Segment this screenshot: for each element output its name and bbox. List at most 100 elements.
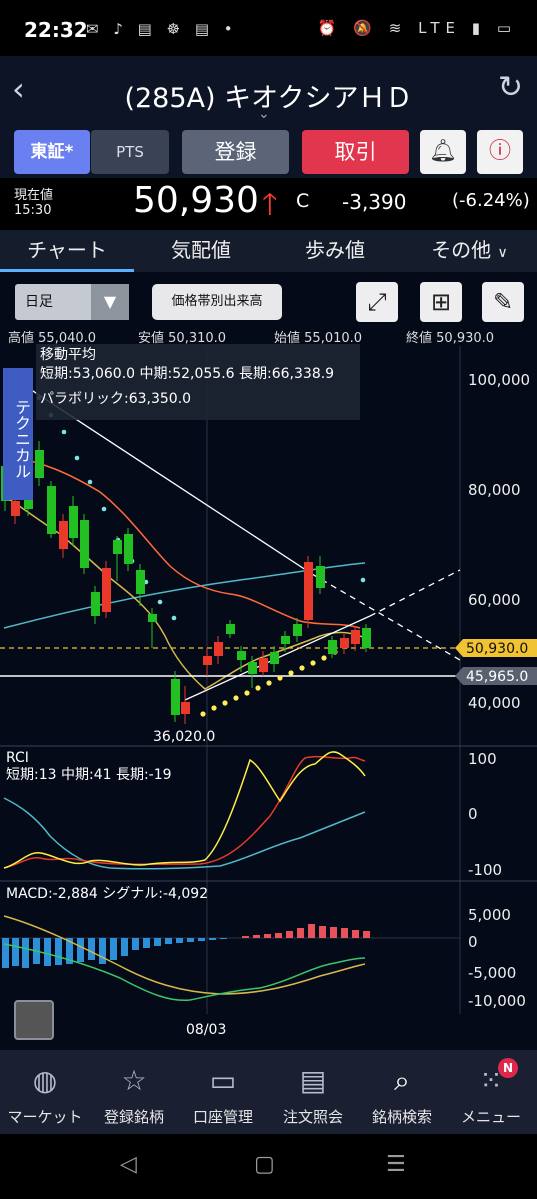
sar-dot (74, 455, 80, 461)
macd-bar (2, 938, 9, 968)
system-back-icon[interactable]: ◁ (120, 1152, 137, 1177)
high-label: 高値 (8, 331, 35, 346)
nav-account-label: 口座管理 (192, 1108, 253, 1126)
macd-bar (88, 938, 95, 960)
macd-bar (154, 938, 161, 946)
price-up-arrow-icon: 🡑 (262, 187, 278, 222)
document-icon: ▤ (299, 1064, 327, 1097)
macd-bar (330, 927, 337, 938)
candle-body (203, 656, 212, 665)
macd-bar (220, 938, 227, 939)
macd-bar (44, 938, 51, 966)
nav-search-label: 銘柄検索 (371, 1108, 432, 1126)
price-tick-40000: 40,000 (468, 694, 521, 712)
candle-body (340, 638, 349, 648)
action-button-row: 東証* PTS 登録 取引 🔔︎ ⓘ (0, 126, 537, 178)
macd-tick-0: 0 (468, 933, 478, 951)
star-icon: ☆ (121, 1064, 147, 1097)
chevron-down-icon: ∨ (497, 245, 508, 261)
price-tick-60000: 60,000 (468, 591, 521, 609)
title-bar: ‹ (285A) キオクシアＨＤ ⌄ ↻ (0, 56, 537, 126)
nav-account[interactable]: ▭ 口座管理 (178, 1050, 268, 1134)
candle-body (11, 501, 20, 516)
status-time: 22:32 (24, 18, 88, 42)
register-button[interactable]: 登録 (182, 130, 289, 174)
candle-body (91, 592, 100, 616)
tab-ticks[interactable]: 歩み値 (268, 230, 402, 272)
system-recents-icon[interactable]: ☰ (386, 1152, 406, 1177)
macd-tick-minus5000: -5,000 (468, 964, 516, 982)
sar-dot (61, 429, 67, 435)
market-tse-button[interactable]: 東証* (14, 130, 90, 174)
price-change: -3,390 (342, 190, 407, 214)
candle-body (226, 624, 235, 634)
sar-dot (157, 599, 163, 605)
tab-quote-board[interactable]: 気配値 (134, 230, 268, 272)
candle-body (35, 450, 44, 478)
chart-area[interactable]: 日足 ▼ 価格帯別出来高 ⤢ ⊞ ✎ 高値 55,040.0 安値 50,310… (0, 272, 537, 1050)
nav-market[interactable]: ◍ マーケット (0, 1050, 90, 1134)
last-price-tag: 50,930.0 (455, 639, 537, 657)
macd-bar (99, 938, 106, 964)
macd-histogram-positive (242, 924, 370, 938)
macd-bar (143, 938, 150, 948)
close-value: 50,930.0 (436, 331, 495, 346)
rci-tick-0: 0 (468, 805, 478, 823)
trade-button[interactable]: 取引 (302, 130, 409, 174)
sar-dot (222, 700, 228, 706)
candle-body (136, 570, 145, 594)
refresh-icon[interactable]: ↻ (498, 70, 523, 105)
nav-menu[interactable]: ⁙ N メニュー (446, 1050, 536, 1134)
tab-bar: チャート 気配値 歩み値 その他 ∨ (0, 230, 537, 272)
sar-dot (171, 615, 177, 621)
candle-body (259, 658, 268, 672)
macd-bar (286, 931, 293, 938)
pencil-icon[interactable]: ✎ (482, 282, 524, 322)
price-tick-100000: 100,000 (468, 371, 530, 389)
sar-dot (211, 705, 217, 711)
sar-dot (299, 665, 305, 671)
macd-bar (55, 938, 62, 965)
nav-watchlist[interactable]: ☆ 登録銘柄 (89, 1050, 179, 1134)
market-pts-button[interactable]: PTS (91, 130, 169, 174)
rotate-screen-icon[interactable] (14, 1000, 54, 1040)
date-axis-label: 08/03 (186, 1022, 226, 1038)
price-chart-svg[interactable]: 100,000 80,000 60,000 40,000 36,020.0 50… (0, 346, 537, 1046)
macd-bar (165, 938, 172, 944)
sar-dot (321, 655, 327, 661)
candle-body (148, 614, 157, 622)
sar-dot (310, 660, 316, 666)
rci-tick-minus100: -100 (468, 861, 502, 879)
nav-orders[interactable]: ▤ 注文照会 (268, 1050, 358, 1134)
bell-icon[interactable]: 🔔︎ (420, 130, 466, 174)
expand-icon[interactable]: ⤢ (356, 282, 398, 322)
grid-icon[interactable]: ⊞ (420, 282, 462, 322)
technical-tab[interactable]: テクニカル (3, 368, 33, 500)
candle-body (351, 630, 360, 644)
tab-other[interactable]: その他 ∨ (402, 230, 537, 272)
rci-tick-100: 100 (468, 750, 497, 768)
sar-dot (255, 685, 261, 691)
macd-bar (242, 936, 249, 938)
macd-tick-minus10000: -10,000 (468, 992, 526, 1010)
macd-bar (121, 938, 128, 956)
candle-body (304, 562, 313, 620)
new-badge: N (498, 1058, 518, 1078)
macd-bar (132, 938, 139, 950)
tab-chart[interactable]: チャート (0, 230, 134, 272)
candle-body (362, 628, 371, 648)
system-home-icon[interactable]: ▢ (254, 1152, 275, 1177)
period-select[interactable]: 日足 ▼ (15, 284, 129, 320)
chevron-down-icon[interactable]: ⌄ (258, 106, 270, 122)
nav-watchlist-label: 登録銘柄 (103, 1108, 164, 1126)
macd-bar (275, 933, 282, 938)
macd-bar (176, 938, 183, 943)
close-label: 終値 (406, 331, 433, 346)
nav-search[interactable]: ⌕ 銘柄検索 (357, 1050, 447, 1134)
info-icon[interactable]: ⓘ (477, 130, 523, 174)
candle-body (181, 702, 190, 714)
sar-dot (288, 670, 294, 676)
volume-by-price-button[interactable]: 価格帯別出来高 (152, 284, 282, 320)
candle-body (80, 520, 89, 568)
sar-dot (101, 506, 107, 512)
